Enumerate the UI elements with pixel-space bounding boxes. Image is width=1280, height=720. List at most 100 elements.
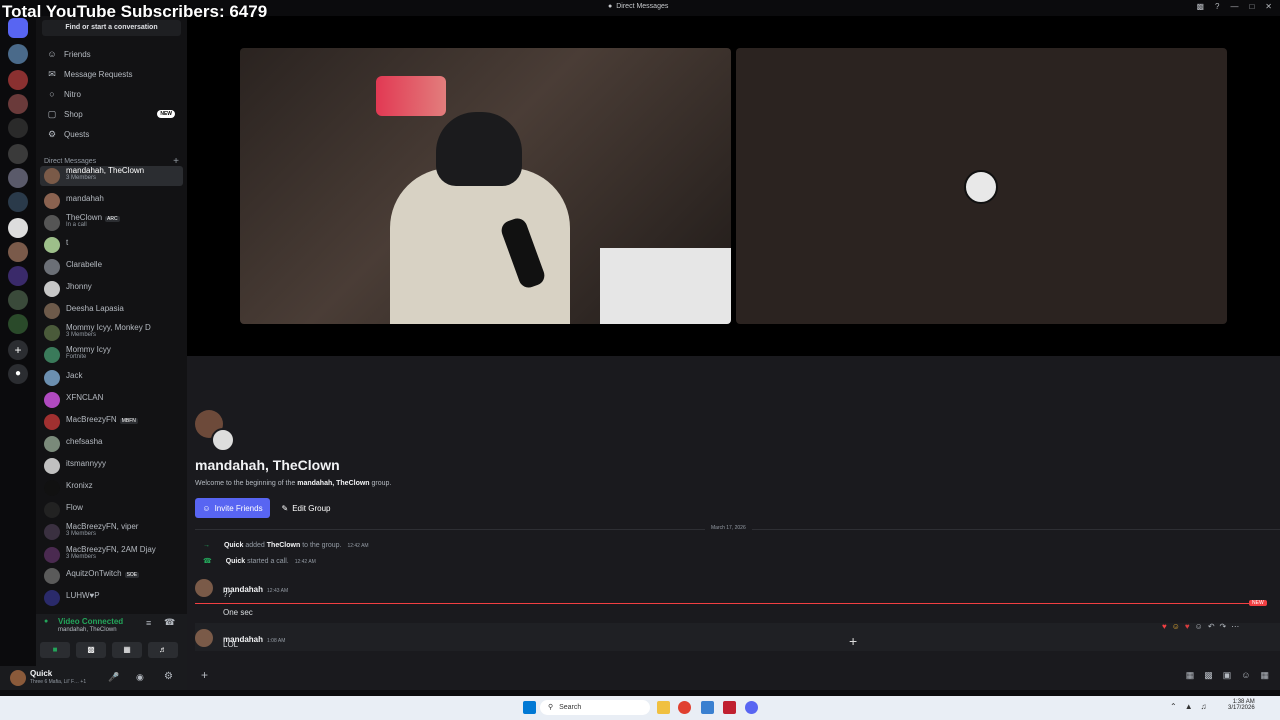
add-server-icon[interactable]: + (8, 340, 28, 360)
taskbar-search[interactable]: ⚲ Search (540, 700, 650, 715)
username[interactable]: Quick (30, 669, 52, 678)
nav-message-requests[interactable]: ✉ Message Requests (40, 65, 183, 83)
avatar[interactable] (10, 670, 26, 686)
message-hover-row[interactable] (195, 623, 1280, 651)
server-icon[interactable] (8, 70, 28, 90)
laugh-reaction-icon[interactable]: ☺ (1172, 622, 1180, 631)
search-icon: ⚲ (548, 704, 554, 711)
dm-item[interactable]: Mommy Icyy, Monkey D3 Members (40, 323, 183, 343)
activities-button[interactable]: ▦ (112, 642, 142, 658)
attach-icon[interactable]: + (201, 668, 208, 682)
network-icon[interactable]: ▲ (1185, 702, 1193, 711)
find-conversation-button[interactable]: Find or start a conversation (42, 20, 181, 36)
avatar[interactable] (195, 579, 213, 597)
sticker-icon[interactable]: ▣ (1223, 670, 1232, 681)
server-icon[interactable] (8, 44, 28, 64)
server-icon[interactable] (8, 168, 28, 188)
chrome-icon[interactable] (678, 701, 691, 714)
emoji-icon[interactable]: ☺ (1241, 670, 1250, 681)
mic-icon[interactable]: 🎤 (108, 672, 119, 683)
discord-taskbar-icon[interactable] (745, 701, 758, 714)
noise-icon[interactable]: ≡ (146, 618, 151, 628)
video-tile-off[interactable] (736, 48, 1227, 324)
message-body: One sec (223, 608, 253, 617)
forward-icon[interactable]: ↷ (1220, 622, 1227, 631)
reply-icon[interactable]: ↶ (1208, 622, 1215, 631)
new-badge: NEW (157, 110, 175, 118)
voice-channel[interactable]: mandahah, TheClown (58, 627, 117, 633)
more-icon[interactable]: ⋯ (1231, 622, 1239, 631)
dm-name: TheClown ARC (66, 213, 120, 222)
dm-item[interactable]: MacBreezyFN, 2AM Djay 3 Members (40, 545, 183, 565)
dm-item[interactable]: LUHW♥P (40, 588, 183, 608)
dm-item[interactable]: Jack (40, 368, 183, 388)
help-icon[interactable]: ? (1215, 2, 1219, 11)
date-divider: March 17, 2026 (705, 525, 752, 531)
avatar (44, 458, 60, 474)
server-icon[interactable] (8, 314, 28, 334)
server-icon[interactable] (8, 290, 28, 310)
dm-item[interactable]: chefsasha (40, 434, 183, 454)
camera-button[interactable]: ■ (40, 642, 70, 658)
reaction-icon[interactable]: ♥ (1185, 622, 1190, 631)
disconnect-icon[interactable]: ☎ (164, 617, 175, 628)
start-icon[interactable] (523, 701, 536, 714)
new-badge: NEW (1249, 600, 1267, 606)
dm-item[interactable]: AquitzOnTwitch SOE (40, 566, 183, 586)
dm-item[interactable]: Kronixz (40, 478, 183, 498)
dm-item[interactable]: mandahah, TheClown 3 Members (40, 166, 183, 186)
minimize-button[interactable]: — (1230, 2, 1238, 11)
maximize-button[interactable]: □ (1249, 2, 1254, 11)
inbox-icon[interactable]: ▩ (1196, 2, 1204, 11)
server-icon[interactable] (8, 266, 28, 286)
settings-icon[interactable]: ⚙ (164, 671, 173, 682)
dm-item[interactable]: Flow (40, 500, 183, 520)
heart-reaction-icon[interactable]: ♥ (1162, 622, 1167, 631)
volume-icon[interactable]: ♫ (1201, 702, 1207, 711)
dm-item[interactable]: MacBreezyFN, viper 3 Members (40, 522, 183, 542)
server-icon[interactable] (8, 192, 28, 212)
dm-sidebar: Find or start a conversation ☺ Friends ✉ M… (36, 16, 187, 666)
gif-icon[interactable]: ▩ (1204, 670, 1213, 681)
screenshare-button[interactable]: ▩ (76, 642, 106, 658)
dm-item[interactable]: Clarabelle (40, 257, 183, 277)
nav-shop[interactable]: ▢ Shop NEW (40, 105, 183, 123)
system-message: → Quick added TheClown to the group. 12:… (203, 542, 369, 549)
app-icon[interactable] (701, 701, 714, 714)
dm-item[interactable]: Jhonny (40, 279, 183, 299)
close-button[interactable]: ✕ (1265, 2, 1272, 11)
dm-item[interactable]: XFNCLAN (40, 390, 183, 410)
nav-nitro[interactable]: ○ Nitro (40, 85, 183, 103)
headphones-icon[interactable]: ◉ (136, 672, 144, 683)
video-tile[interactable] (240, 48, 731, 324)
nav-friends[interactable]: ☺ Friends (40, 45, 183, 63)
app-icon[interactable] (723, 701, 736, 714)
server-icon[interactable] (8, 94, 28, 114)
server-icon[interactable] (8, 144, 28, 164)
invite-friends-button[interactable]: ☺ Invite Friends (195, 498, 270, 518)
system-tray: ⌃ ▲ ♫ (1170, 702, 1207, 711)
server-icon[interactable] (8, 218, 28, 238)
dm-item[interactable]: Deesha Lapasia (40, 301, 183, 321)
chevron-up-icon[interactable]: ⌃ (1170, 702, 1177, 711)
avatar[interactable] (195, 629, 213, 647)
server-icon[interactable] (8, 242, 28, 262)
dm-item[interactable]: itsmannyyy (40, 456, 183, 476)
message-composer[interactable]: + ▦ ▩ ▣ ☺ ▦ (195, 666, 1273, 686)
dm-item[interactable]: Mommy Icyy Fortnite (40, 345, 183, 365)
window-title: ● Direct Messages (608, 3, 669, 10)
edit-group-button[interactable]: ✎ Edit Group (277, 498, 335, 518)
apps-icon[interactable]: ▦ (1260, 670, 1269, 681)
dm-item[interactable]: t (40, 235, 183, 255)
discover-icon[interactable]: ● (8, 364, 28, 384)
gift-icon[interactable]: ▦ (1186, 670, 1195, 681)
file-explorer-icon[interactable] (657, 701, 670, 714)
nav-quests[interactable]: ⚙ Quests (40, 125, 183, 143)
add-reaction-icon[interactable]: ☺ (1195, 622, 1203, 631)
dm-item[interactable]: TheClown ARC In a call (40, 213, 183, 233)
soundboard-button[interactable]: ♬ (148, 642, 178, 658)
dm-item[interactable]: MacBreezyFN MBFN (40, 412, 183, 432)
server-icon[interactable] (8, 118, 28, 138)
dm-item[interactable]: mandahah (40, 191, 183, 211)
clock[interactable]: 1:38 AM 3/17/2026 (1228, 699, 1255, 711)
